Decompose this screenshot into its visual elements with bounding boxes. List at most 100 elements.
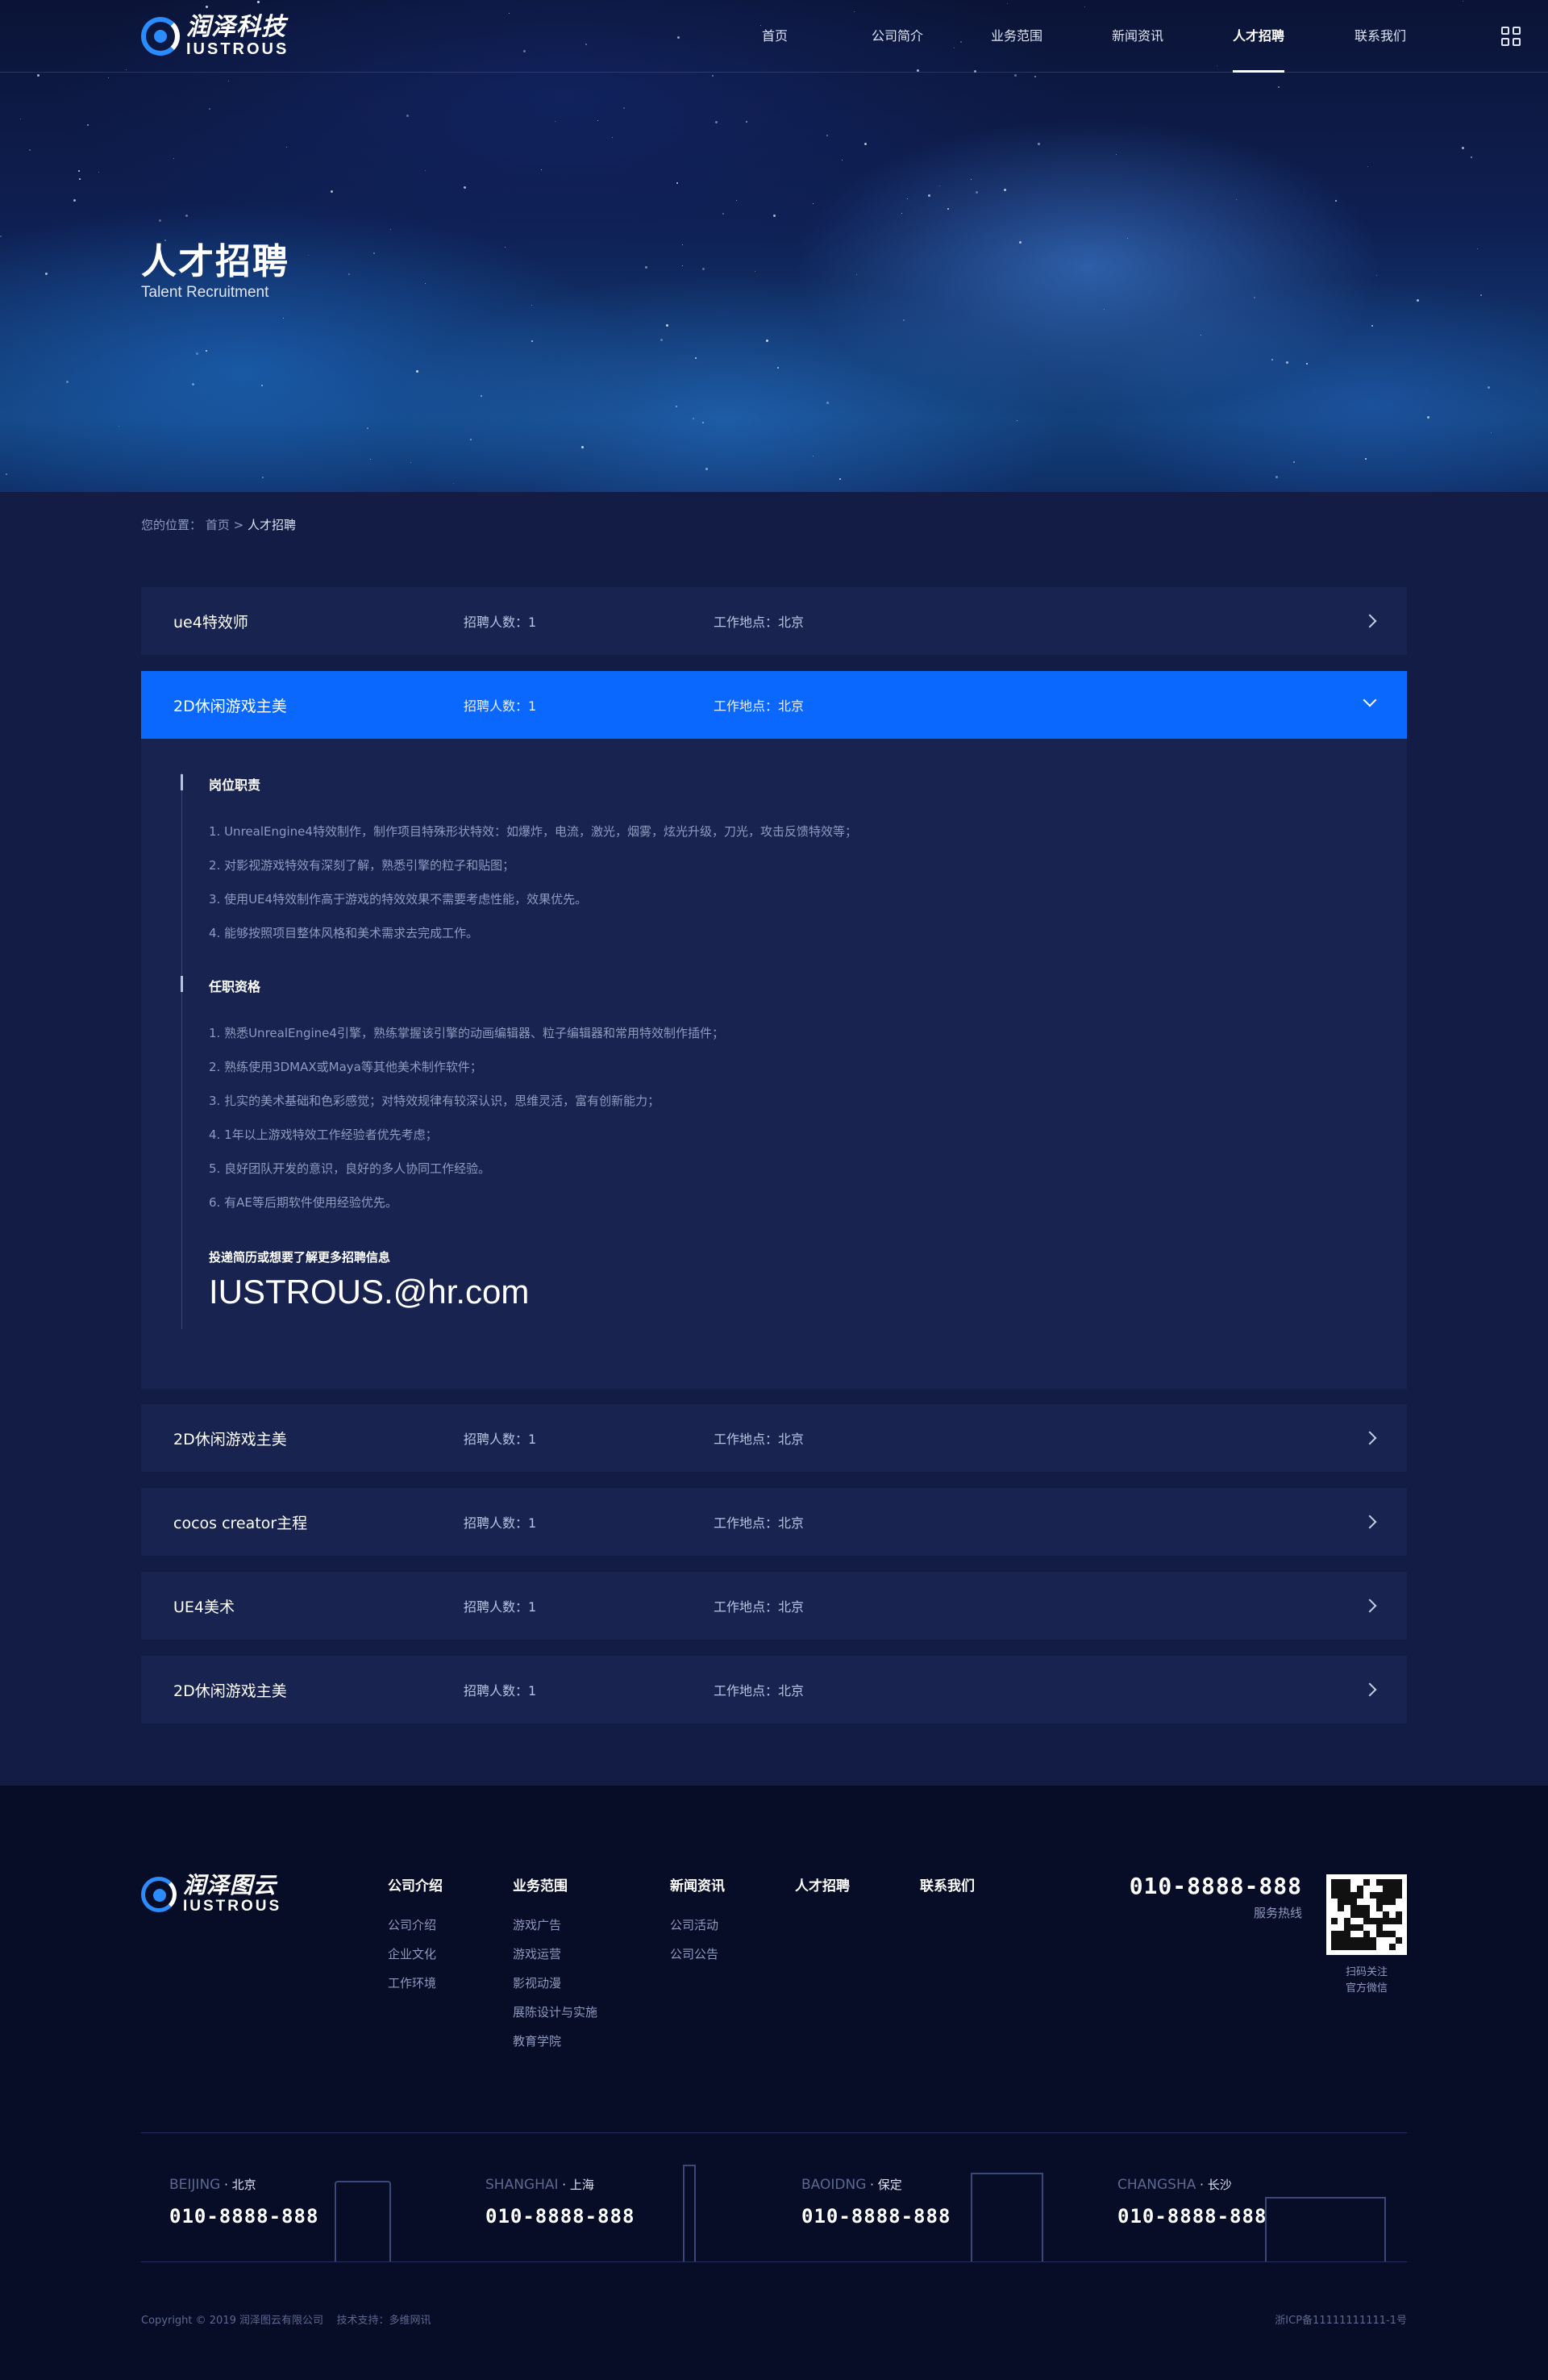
- star-dot: [645, 266, 647, 269]
- breadcrumb-separator: >: [233, 518, 244, 532]
- star-dot: [864, 143, 867, 145]
- qr-cell: [1389, 1899, 1396, 1905]
- tech-support-text[interactable]: 技术支持：多维网讯: [337, 2315, 431, 2327]
- job-row[interactable]: 2D休闲游戏主美 招聘人数：1 工作地点：北京: [141, 1656, 1407, 1724]
- nav-item-news[interactable]: 新闻资讯: [1112, 0, 1163, 73]
- footer-col-business: 业务范围 游戏广告 游戏运营 影视动漫 展陈设计与实施 教育学院: [513, 1874, 597, 2056]
- footer-link[interactable]: 企业文化: [388, 1940, 443, 1969]
- hotline-number[interactable]: 010-8888-888: [1130, 1873, 1302, 1899]
- qr-cell: [1350, 1905, 1357, 1911]
- footer-col-title[interactable]: 人才招聘: [795, 1874, 850, 1894]
- star-dot: [1427, 416, 1429, 419]
- star-dot: [682, 244, 683, 245]
- chevron-right-icon: [1363, 1598, 1377, 1613]
- qr-cell: [1350, 1911, 1357, 1918]
- site-logo[interactable]: 润泽科技 IUSTROUS: [141, 15, 302, 58]
- job-title: 2D休闲游戏主美: [173, 697, 287, 715]
- footer-link[interactable]: 公司介绍: [388, 1911, 443, 1940]
- star-dot: [722, 213, 724, 215]
- job-location: 工作地点：北京: [714, 698, 805, 714]
- gate-landmark-icon: [971, 2173, 1043, 2261]
- city-phone[interactable]: 010-8888-888: [169, 2205, 318, 2228]
- star-dot: [425, 170, 426, 171]
- star-dot: [715, 121, 718, 123]
- star-dot: [78, 170, 80, 172]
- qr-cell: [1389, 1911, 1396, 1918]
- footer-col-title[interactable]: 公司介绍: [388, 1874, 443, 1894]
- qr-cell: [1383, 1924, 1389, 1931]
- qr-cell: [1370, 1905, 1376, 1911]
- footer-link[interactable]: 游戏运营: [513, 1940, 597, 1969]
- qr-cell: [1331, 1905, 1338, 1911]
- star-dot: [660, 339, 663, 341]
- job-count: 招聘人数：1: [464, 1432, 537, 1447]
- footer-col-title[interactable]: 联系我们: [920, 1874, 975, 1894]
- breadcrumb-home-link[interactable]: 首页: [206, 518, 230, 532]
- site-footer: 润泽图云 IUSTROUS 公司介绍 公司介绍 企业文化 工作环境 业务范围 游…: [0, 1786, 1548, 2380]
- star-dot: [1275, 476, 1278, 478]
- nav-item-recruitment[interactable]: 人才招聘: [1233, 0, 1285, 73]
- star-dot: [416, 370, 418, 373]
- footer-col-title[interactable]: 业务范围: [513, 1874, 597, 1894]
- star-dot: [0, 235, 2, 237]
- footer-link[interactable]: 公司公告: [670, 1940, 725, 1969]
- footer-link[interactable]: 公司活动: [670, 1911, 725, 1940]
- qr-cell: [1338, 1937, 1344, 1944]
- star-dot: [370, 459, 371, 460]
- city-cn: 保定: [877, 2178, 902, 2192]
- qr-cell: [1357, 1892, 1363, 1899]
- qr-cell: [1350, 1931, 1357, 1937]
- qr-cell: [1357, 1944, 1363, 1950]
- nav-item-about[interactable]: 公司简介: [872, 0, 923, 73]
- qr-cell: [1383, 1905, 1389, 1911]
- star-dot: [907, 198, 908, 199]
- star-dot: [597, 120, 598, 121]
- nav-item-business[interactable]: 业务范围: [991, 0, 1042, 73]
- footer-link[interactable]: 游戏广告: [513, 1911, 597, 1940]
- job-row[interactable]: cocos creator主程 招聘人数：1 工作地点：北京: [141, 1488, 1407, 1556]
- footer-link[interactable]: 展陈设计与实施: [513, 1998, 597, 2027]
- qr-cell: [1363, 1944, 1370, 1950]
- footer-link[interactable]: 工作环境: [388, 1969, 443, 1998]
- city-phone[interactable]: 010-8888-888: [485, 2205, 635, 2228]
- star-dot: [1480, 294, 1482, 296]
- city-en: CHANGSHA: [1117, 2177, 1196, 2193]
- job-row-expanded[interactable]: 2D休闲游戏主美 招聘人数：1 工作地点：北京: [141, 671, 1407, 739]
- star-dot: [901, 213, 902, 214]
- footer-logo[interactable]: 润泽图云 IUSTROUS: [141, 1874, 281, 1914]
- job-row[interactable]: 2D休闲游戏主美 招聘人数：1 工作地点：北京: [141, 1404, 1407, 1472]
- job-row[interactable]: ue4特效师 招聘人数：1 工作地点：北京: [141, 587, 1407, 655]
- job-row[interactable]: UE4美术 招聘人数：1 工作地点：北京: [141, 1572, 1407, 1640]
- star-dot: [777, 367, 779, 369]
- qr-cell: [1338, 1892, 1344, 1899]
- star-dot: [541, 169, 542, 170]
- city-cn: 上海: [569, 2178, 594, 2192]
- city-sep: ·: [558, 2178, 570, 2192]
- job-title: 2D休闲游戏主美: [173, 1430, 287, 1448]
- nav-item-contact[interactable]: 联系我们: [1354, 0, 1406, 73]
- section-marker: [181, 976, 183, 992]
- city-phone[interactable]: 010-8888-888: [1117, 2205, 1267, 2228]
- qualification-item: 4. 1年以上游戏特效工作经验者优先考虑；: [209, 1127, 438, 1142]
- city-phone[interactable]: 010-8888-888: [801, 2205, 951, 2228]
- footer-link[interactable]: 教育学院: [513, 2027, 597, 2056]
- job-title: UE4美术: [173, 1598, 235, 1616]
- star-dot: [1038, 143, 1040, 145]
- star-dot: [676, 182, 678, 184]
- footer-col-title[interactable]: 新闻资讯: [670, 1874, 725, 1894]
- icp-number[interactable]: 浙ICP备11111111111-1号: [1275, 2311, 1407, 2327]
- footer-link[interactable]: 影视动漫: [513, 1969, 597, 1998]
- footer-bottom-divider: [141, 2261, 1407, 2262]
- star-dot: [826, 402, 829, 404]
- star-dot: [173, 158, 174, 159]
- star-dot: [856, 274, 857, 275]
- qr-cell: [1350, 1944, 1357, 1950]
- qr-cell: [1363, 1886, 1370, 1892]
- star-dot: [73, 199, 76, 202]
- nav-item-home[interactable]: 首页: [762, 0, 788, 73]
- grid-menu-icon[interactable]: [1501, 27, 1521, 46]
- qr-cell: [1396, 1879, 1402, 1886]
- star-dot: [185, 215, 188, 217]
- hr-email-link[interactable]: IUSTROUS.@hr.com: [209, 1273, 529, 1311]
- star-dot: [425, 283, 426, 284]
